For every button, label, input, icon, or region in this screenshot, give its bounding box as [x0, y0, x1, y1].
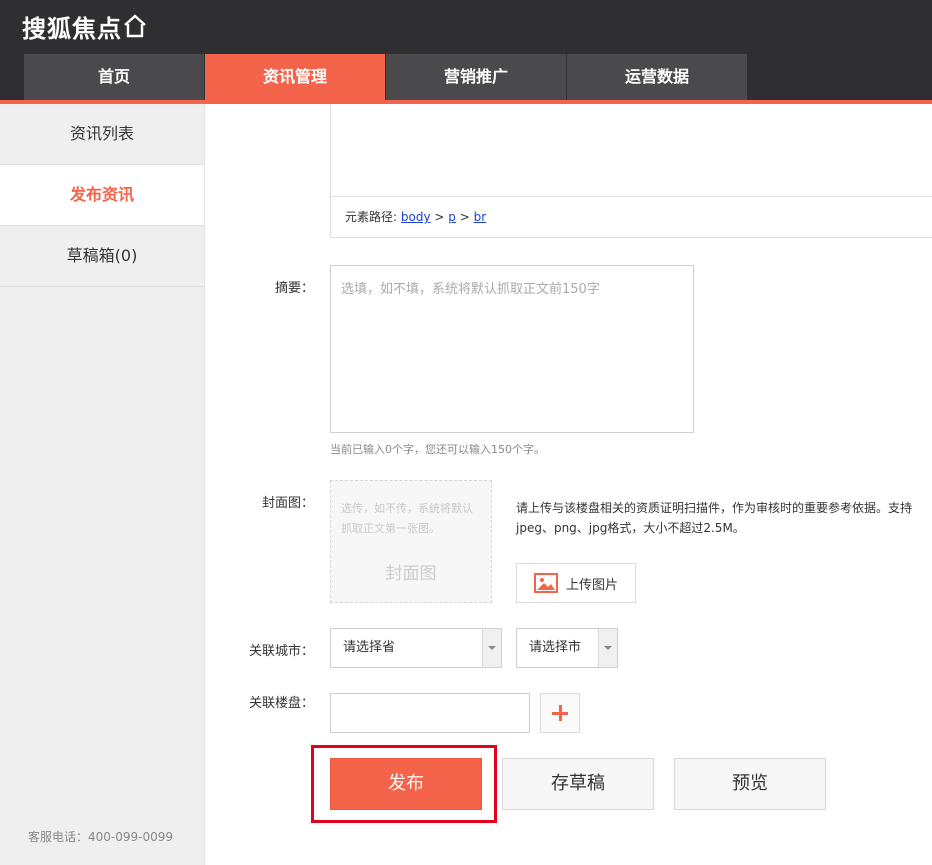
sidebar-item-drafts[interactable]: 草稿箱(0) — [0, 226, 204, 287]
path-link-br[interactable]: br — [474, 210, 487, 224]
cover-note: 选传，如不传，系统将默认抓取正文第一张图。 — [341, 502, 473, 535]
element-path-label: 元素路径: — [345, 210, 398, 224]
summary-char-count: 当前已输入0个字，您还可以输入150个字。 — [330, 443, 545, 456]
cover-image-placeholder[interactable]: 选传，如不传，系统将默认抓取正文第一张图。 封面图 — [330, 480, 492, 603]
related-city-label: 关联城市： — [248, 644, 314, 659]
summary-placeholder: 选填，如不填，系统将默认抓取正文前150字 — [341, 282, 600, 297]
province-select-value: 请选择省 — [343, 640, 396, 655]
building-input[interactable] — [330, 693, 530, 733]
city-select-value: 请选择市 — [529, 640, 582, 655]
path-separator: > — [459, 210, 470, 224]
editor-element-path: 元素路径: body > p > br — [331, 196, 932, 237]
cover-title: 封面图 — [385, 564, 437, 584]
summary-textarea[interactable]: 选填，如不填，系统将默认抓取正文前150字 — [330, 265, 694, 433]
tab-marketing[interactable]: 营销推广 — [386, 54, 566, 100]
path-separator: > — [434, 210, 445, 224]
sidebar-item-publish-news[interactable]: 发布资讯 — [0, 165, 204, 226]
logo-text: 搜狐焦点 — [22, 14, 122, 43]
tab-home[interactable]: 首页 — [24, 54, 204, 100]
city-select[interactable]: 请选择市 — [516, 628, 618, 668]
sidebar-item-news-list[interactable]: 资讯列表 — [0, 104, 204, 165]
path-link-body[interactable]: body — [401, 210, 431, 224]
tab-operations-data[interactable]: 运营数据 — [567, 54, 747, 100]
cover-label: 封面图： — [261, 496, 314, 511]
tab-news-management[interactable]: 资讯管理 — [205, 54, 385, 100]
add-building-button[interactable] — [540, 693, 580, 733]
upload-image-label: 上传图片 — [565, 577, 618, 593]
chevron-down-icon — [598, 629, 617, 667]
main-nav: 首页 资讯管理 营销推广 运营数据 — [24, 54, 748, 100]
rich-text-editor[interactable]: 元素路径: body > p > br — [330, 104, 932, 238]
path-link-p[interactable]: p — [448, 210, 456, 224]
preview-button[interactable]: 预览 — [674, 758, 826, 810]
support-phone: 客服电话：400-099-0099 — [28, 830, 174, 844]
cover-description: 请上传与该楼盘相关的资质证明扫描件，作为审核时的重要参考依据。支持jpeg、pn… — [516, 501, 913, 535]
upload-image-button[interactable]: 上传图片 — [516, 563, 636, 603]
publish-button[interactable]: 发布 — [330, 758, 482, 810]
chevron-down-icon — [482, 629, 501, 667]
house-icon — [124, 14, 146, 38]
logo[interactable]: 搜狐焦点 — [22, 8, 146, 44]
province-select[interactable]: 请选择省 — [330, 628, 502, 668]
summary-label: 摘要： — [274, 281, 314, 296]
image-icon — [533, 573, 558, 593]
sidebar: 资讯列表 发布资讯 草稿箱(0) 客服电话：400-099-0099 — [0, 104, 205, 865]
top-header: 搜狐焦点 首页 资讯管理 营销推广 运营数据 — [0, 0, 932, 100]
related-building-label: 关联楼盘： — [248, 696, 314, 711]
save-draft-button[interactable]: 存草稿 — [502, 758, 654, 810]
